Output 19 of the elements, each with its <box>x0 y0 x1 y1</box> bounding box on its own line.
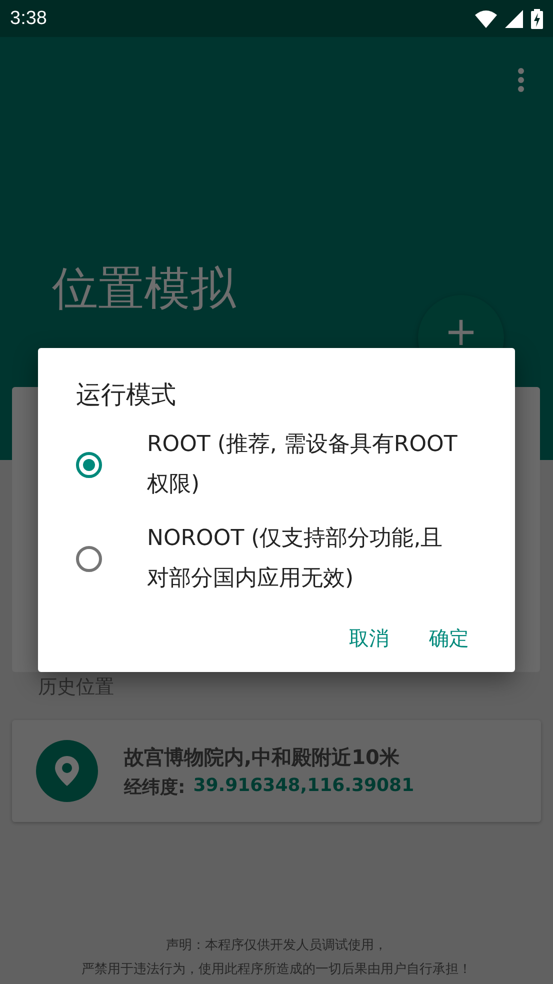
history-card[interactable]: 故宫博物院内,中和殿附近10米 经纬度: 39.916348,116.39081 <box>12 720 541 822</box>
location-name: 故宫博物院内,中和殿附近10米 <box>124 744 400 770</box>
radio-button[interactable] <box>76 546 102 572</box>
option-label: ROOT (推荐, 需设备具有ROOT权限) <box>147 431 458 499</box>
radio-button[interactable] <box>76 452 102 478</box>
coordinates-value: 39.916348,116.39081 <box>193 774 414 798</box>
dialog-button[interactable]: 取消 <box>349 621 389 656</box>
wifi-icon <box>475 10 497 28</box>
app-title: 位置模拟 <box>52 260 237 317</box>
battery-icon <box>531 8 543 28</box>
dialog-title: 运行模式 <box>76 379 177 411</box>
signal-icon <box>505 10 523 28</box>
disclaimer-text: 声明：本程序仅供开发人员调试使用， <box>166 937 387 954</box>
disclaimer-text: 严禁用于违法行为，使用此程序所造成的一切后果由用户自行承担！ <box>82 961 472 978</box>
option-label: NOROOT (仅支持部分功能,且对部分国内应用无效) <box>147 525 444 593</box>
coordinates-label: 经纬度: <box>124 776 186 798</box>
more-menu-icon[interactable] <box>517 67 525 93</box>
status-time: 3:38 <box>10 8 47 30</box>
dialog-button[interactable]: 确定 <box>429 621 469 656</box>
